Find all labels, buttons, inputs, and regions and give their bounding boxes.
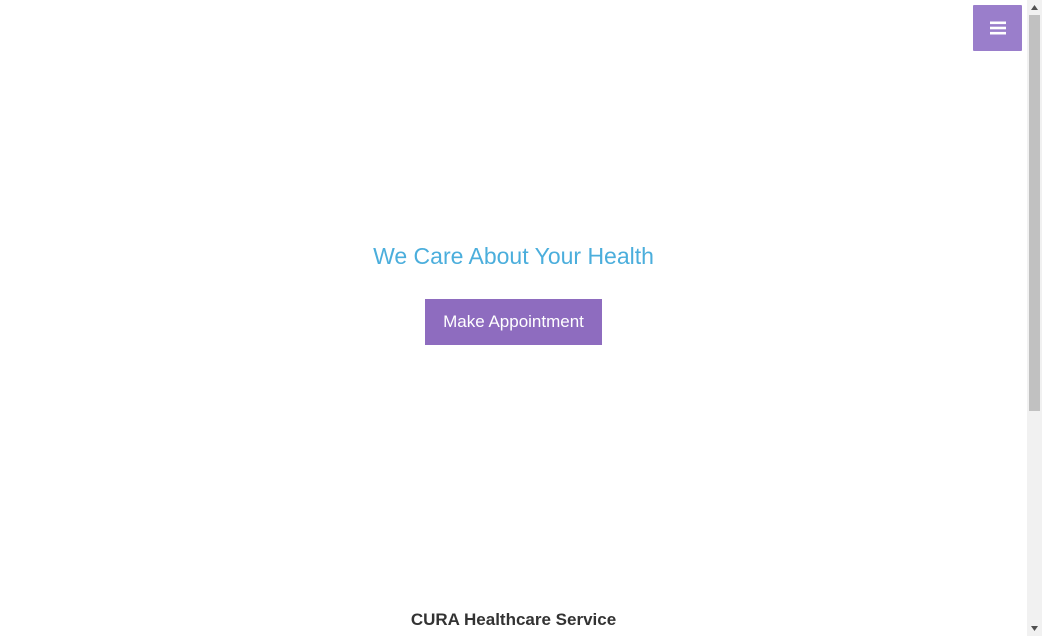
scroll-up-arrow-icon[interactable] [1027,0,1042,15]
menu-toggle-button[interactable] [973,5,1022,51]
scrollbar-thumb[interactable] [1029,15,1040,411]
landing-page: We Care About Your Health Make Appointme… [0,0,1042,636]
make-appointment-button[interactable]: Make Appointment [425,299,602,345]
scroll-down-arrow-icon[interactable] [1027,621,1042,636]
vertical-scrollbar[interactable] [1027,0,1042,636]
hero-title: We Care About Your Health [373,243,654,269]
hamburger-menu-icon [989,21,1006,35]
footer-brand-name: CURA Healthcare Service [410,610,617,629]
